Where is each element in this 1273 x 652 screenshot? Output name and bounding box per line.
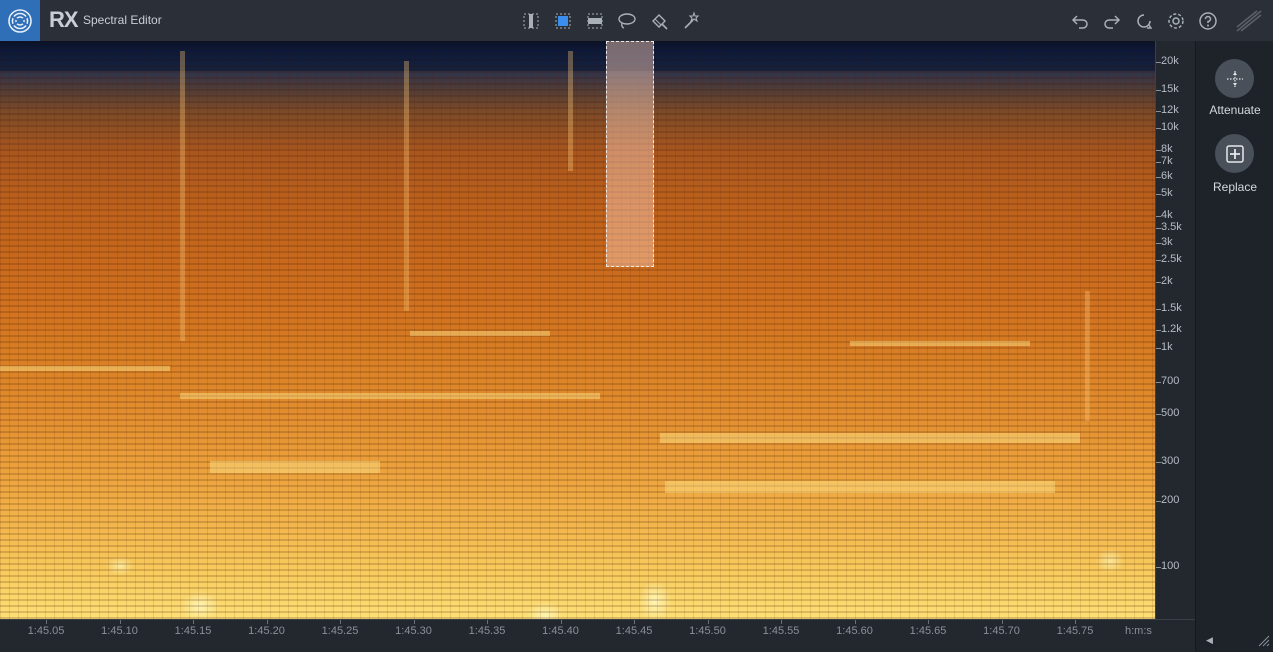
spectral-selection[interactable] [606,41,654,267]
app-logo-icon[interactable] [0,0,40,41]
frequency-selection-icon [587,13,603,29]
time-tick-label: 1:45.50 [689,625,726,637]
time-tick-label: 1:45.75 [1056,625,1094,637]
attenuate-button[interactable] [1215,59,1254,98]
time-tick [46,620,47,624]
freq-tick-label: 10k [1161,121,1179,134]
undo-button[interactable] [1068,9,1092,33]
time-tick-label: 1:45.30 [395,625,432,637]
resize-grip-icon[interactable] [1258,635,1270,647]
module-name: Spectral Editor [83,13,162,27]
freq-tick-label: 20k [1161,55,1179,68]
frequency-axis: 20k 15k 12k 10k 8k 7k 6k 5k 4k 3.5k 3k 2.5k 2k 1.5k 1.… [1155,41,1196,619]
right-action-panel: Attenuate Replace ◀ [1195,41,1273,651]
freq-tick-label: 1.2k [1161,323,1182,336]
time-tick [854,620,856,624]
frequency-selection-tool[interactable] [583,9,607,33]
time-tick [1075,620,1076,624]
time-tick-label: 1:45.05 [27,625,65,637]
freq-tick-label: 3k [1161,236,1173,249]
lasso-tool[interactable] [615,9,639,33]
attenuate-icon [1226,70,1243,87]
freq-tick-label: 1.5k [1161,302,1182,315]
freq-tick-label: 8k [1161,142,1173,155]
freq-tick-label: 2.5k [1161,253,1182,266]
time-tick-label: 1:45.65 [909,625,947,637]
attenuate-label: Attenuate [1209,103,1261,117]
freq-tick-label: 200 [1161,494,1180,507]
time-tick [413,620,415,624]
freq-tick-label: 3.5k [1161,221,1182,234]
time-tick [487,620,488,624]
time-unit-label: h:m:s [1125,625,1152,637]
app-logo-text: RX [49,7,79,32]
replace-icon [1225,144,1244,163]
time-tick [560,620,562,624]
freq-tick-label: 12k [1161,103,1179,116]
magic-wand-icon [684,11,700,29]
help-icon [1199,12,1217,30]
time-tick-label: 1:45.55 [762,625,800,637]
freq-tick-label: 15k [1161,82,1179,95]
time-tick [340,620,341,624]
freq-tick-label: 2k [1161,274,1173,287]
freq-tick-label: 300 [1161,455,1180,468]
freq-tick-label: 6k [1161,169,1173,182]
time-tick [928,620,929,624]
time-tick [119,620,121,624]
brush-tool[interactable] [647,9,671,33]
help-button[interactable] [1196,9,1220,33]
time-tick [781,620,782,624]
time-tick-label: 1:45.20 [248,625,285,637]
freq-tick-label: 5k [1161,187,1173,200]
brush-icon [652,14,668,30]
spectrogram-canvas[interactable] [0,41,1155,619]
time-tick-label: 1:45.70 [983,625,1020,637]
replace-label: Replace [1212,180,1258,194]
time-tick [266,620,268,624]
history-icon [1137,14,1153,29]
time-tick-label: 1:45.45 [615,625,653,637]
time-selection-tool[interactable] [519,9,543,33]
time-tick [707,620,709,624]
freq-tick-label: 700 [1161,374,1180,387]
time-tick-label: 1:45.10 [101,625,138,637]
time-tick [1001,620,1003,624]
settings-button[interactable] [1164,9,1188,33]
time-frequency-selection-tool[interactable] [551,9,575,33]
replace-button[interactable] [1215,134,1254,173]
logo-mark-icon [1236,10,1262,32]
time-axis: h:m:s 1:45.05 1:45.10 1:45.15 1:45.20 1:45.2… [0,619,1195,652]
freq-tick-label: 7k [1161,155,1173,168]
freq-tick-label: 1k [1161,340,1173,353]
freq-tick-label: 100 [1161,560,1180,573]
history-button[interactable] [1132,9,1156,33]
time-tick [193,620,194,624]
freq-tick-label: 4k [1161,208,1173,221]
time-tick-label: 1:45.40 [542,625,579,637]
collapse-panel-icon[interactable]: ◀ [1206,635,1213,646]
time-tick-label: 1:45.60 [836,625,873,637]
time-tick-label: 1:45.25 [321,625,359,637]
lasso-icon [618,13,636,29]
settings-icon [1168,13,1184,29]
undo-icon [1071,15,1088,29]
freq-tick-label: 500 [1161,406,1180,419]
rect-selection-icon [555,13,571,29]
redo-icon [1104,15,1121,29]
magic-wand-tool[interactable] [679,9,703,33]
top-toolbar: RX Spectral Editor [0,0,1273,42]
time-selection-icon [523,13,539,29]
time-tick-label: 1:45.15 [174,625,212,637]
time-tick [634,620,635,624]
time-tick-label: 1:45.35 [468,625,506,637]
redo-button[interactable] [1100,9,1124,33]
izotope-logo-mark [1234,9,1264,33]
